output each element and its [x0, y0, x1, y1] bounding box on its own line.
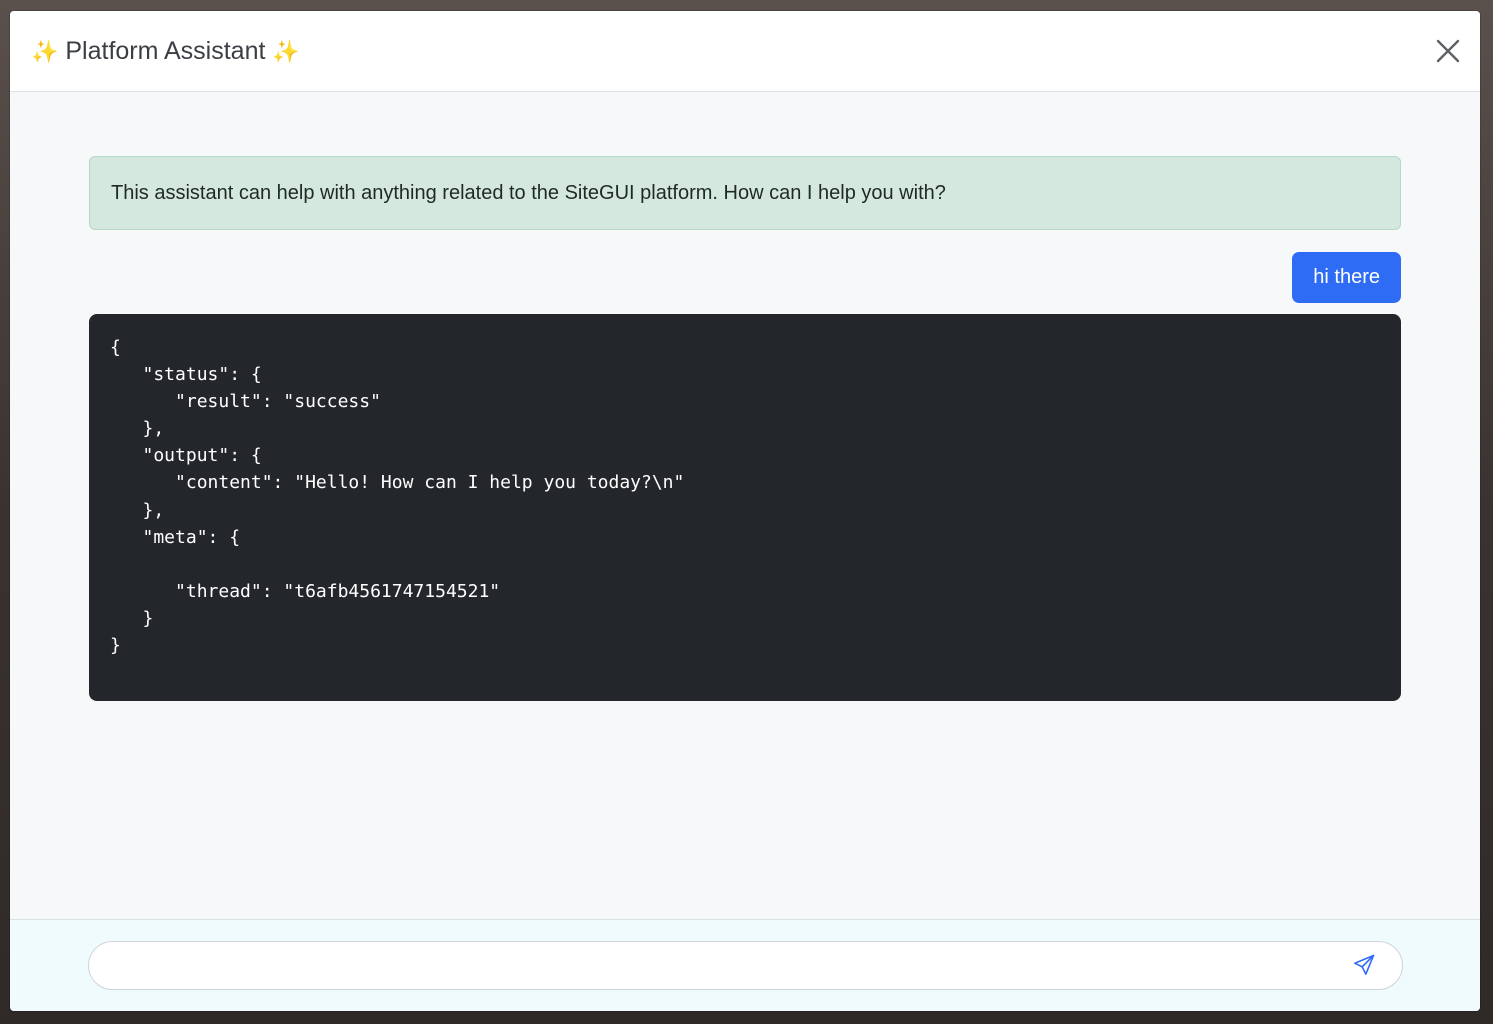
chat-input-container — [88, 941, 1403, 991]
close-icon — [1436, 39, 1460, 63]
assistant-intro-message: This assistant can help with anything re… — [89, 156, 1401, 230]
modal-header: ✨ Platform Assistant ✨ — [10, 11, 1480, 92]
user-message-text: hi there — [1313, 266, 1380, 288]
close-button[interactable] — [1434, 37, 1462, 65]
chat-messages: This assistant can help with anything re… — [10, 92, 1480, 919]
sparkles-icon: ✨ — [31, 39, 59, 64]
intro-text: This assistant can help with anything re… — [111, 181, 946, 204]
chat-input-footer — [10, 919, 1480, 1011]
modal-title-text: Platform Assistant — [65, 37, 266, 65]
assistant-response-code: { "status": { "result": "success" }, "ou… — [89, 314, 1401, 701]
chat-message-input[interactable] — [109, 942, 1343, 991]
send-icon — [1354, 954, 1375, 975]
modal-title: ✨ Platform Assistant ✨ — [31, 35, 300, 68]
assistant-modal: ✨ Platform Assistant ✨ This assistant ca… — [10, 11, 1480, 1011]
send-button[interactable] — [1352, 953, 1376, 977]
sparkles-icon: ✨ — [272, 39, 300, 64]
user-message-bubble: hi there — [1292, 252, 1401, 303]
